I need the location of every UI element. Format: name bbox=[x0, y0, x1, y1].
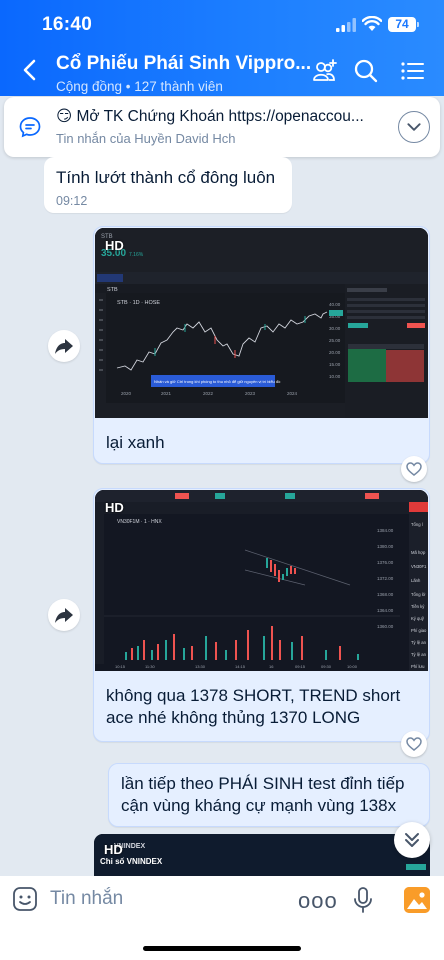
emoji-sticker-icon[interactable] bbox=[12, 886, 38, 912]
svg-text:1376.00: 1376.00 bbox=[377, 560, 394, 565]
add-member-icon[interactable] bbox=[312, 58, 338, 84]
vnindex-chart-screenshot[interactable]: VNINDEX Chỉ số VNINDEX HD bbox=[94, 834, 430, 876]
svg-text:Lãnh: Lãnh bbox=[411, 578, 421, 583]
svg-text:Tiền ký: Tiền ký bbox=[411, 604, 425, 609]
svg-text:15.00: 15.00 bbox=[329, 362, 341, 367]
svg-text:2021: 2021 bbox=[161, 391, 172, 396]
svg-text:1380.00: 1380.00 bbox=[377, 544, 394, 549]
hd-badge: HD bbox=[105, 238, 124, 253]
search-icon[interactable] bbox=[353, 58, 379, 84]
svg-text:10.00: 10.00 bbox=[329, 374, 341, 379]
battery-indicator: 74 bbox=[388, 17, 419, 32]
share-arrow-icon bbox=[55, 608, 73, 623]
photo-gallery-icon[interactable] bbox=[404, 887, 430, 913]
svg-text:2022: 2022 bbox=[203, 391, 214, 396]
message-bubble[interactable]: Tính lướt thành cổ đông luôn 09:12 bbox=[44, 157, 292, 213]
cellular-signal-icon bbox=[336, 18, 356, 32]
pinned-message-bar[interactable]: 😏 Mở TK Chứng Khoán https://openaccou...… bbox=[4, 97, 440, 157]
chart-symbol: STB · 1D · HOSE bbox=[117, 300, 160, 306]
chat-title[interactable]: Cổ Phiếu Phái Sinh Vippro... bbox=[56, 53, 311, 75]
chat-subtitle[interactable]: Cộng đồng • 127 thành viên bbox=[56, 79, 223, 94]
svg-text:40.00: 40.00 bbox=[329, 302, 341, 307]
svg-text:Ký quỹ: Ký quỹ bbox=[411, 616, 425, 621]
svg-text:1384.00: 1384.00 bbox=[377, 528, 394, 533]
svg-text:Phí giao: Phí giao bbox=[411, 628, 427, 633]
vn30f1m-chart-graphic: VN30F1M · 1 · HNX 1384.00 1380.00 1376.0… bbox=[95, 490, 428, 671]
message-text: lần tiếp theo PHÁI SINH test đỉnh tiếp c… bbox=[121, 774, 405, 815]
heart-icon bbox=[406, 737, 422, 751]
status-time: 16:40 bbox=[42, 14, 93, 35]
image-message-bubble[interactable]: VN30F1M · 1 · HNX 1384.00 1380.00 1376.0… bbox=[93, 488, 430, 742]
svg-text:STB: STB bbox=[107, 287, 118, 293]
svg-text:2024: 2024 bbox=[287, 391, 298, 396]
chart-notice: Nhấn và giữ Ctrl trong khi phóng to thu … bbox=[154, 379, 281, 384]
microphone-icon[interactable] bbox=[352, 886, 374, 914]
share-arrow-icon bbox=[55, 339, 73, 354]
svg-text:Tỷ lệ an: Tỷ lệ an bbox=[411, 652, 427, 657]
wifi-icon bbox=[362, 16, 382, 31]
svg-text:25.00: 25.00 bbox=[329, 338, 341, 343]
hd-badge: HD bbox=[105, 500, 124, 515]
svg-text:09:15: 09:15 bbox=[295, 664, 306, 669]
chevron-down-icon[interactable] bbox=[398, 111, 430, 143]
double-chevron-down-icon bbox=[405, 833, 419, 847]
pinned-message-text: 😏 Mở TK Chứng Khoán https://openaccou... bbox=[56, 108, 364, 125]
image-message-bubble[interactable]: STB 35.00 7.16% STB STB · 1D · HOSE 40.0… bbox=[93, 226, 430, 464]
message-caption: lại xanh bbox=[106, 433, 165, 452]
share-forward-button[interactable] bbox=[48, 599, 80, 631]
svg-text:Mã hợp: Mã hợp bbox=[411, 550, 426, 555]
futures-chart-screenshot[interactable]: VN30F1M · 1 · HNX 1384.00 1380.00 1376.0… bbox=[95, 490, 428, 671]
react-heart-button[interactable] bbox=[401, 456, 427, 482]
message-time: 09:12 bbox=[56, 194, 88, 208]
heart-icon bbox=[406, 462, 422, 476]
svg-text:16: 16 bbox=[269, 664, 274, 669]
share-forward-button[interactable] bbox=[48, 330, 80, 362]
svg-text:Tỷ lệ an: Tỷ lệ an bbox=[411, 640, 427, 645]
vnindex-chart-graphic: VNINDEX Chỉ số VNINDEX bbox=[94, 834, 430, 876]
message-caption: không qua 1378 SHORT, TREND short ace nh… bbox=[106, 686, 401, 727]
react-heart-button[interactable] bbox=[401, 731, 427, 757]
message-text: Tính lướt thành cổ đông luôn bbox=[56, 168, 276, 187]
menu-list-icon[interactable] bbox=[400, 58, 426, 84]
stb-chart-graphic: STB 35.00 7.16% STB STB · 1D · HOSE 40.0… bbox=[95, 228, 428, 418]
svg-text:10:00: 10:00 bbox=[347, 664, 358, 669]
message-bubble-icon bbox=[19, 117, 41, 138]
svg-text:11:30: 11:30 bbox=[145, 664, 155, 669]
pinned-message-sender: Tin nhắn của Huyền David Hch bbox=[56, 131, 236, 146]
chat-header: 16:40 74 Cổ Phiếu Phái Sinh Vippro... Cộ… bbox=[0, 0, 444, 96]
svg-text:30.00: 30.00 bbox=[329, 326, 341, 331]
svg-text:VN30F1: VN30F1 bbox=[411, 564, 427, 569]
svg-text:Tổng lớ: Tổng lớ bbox=[411, 592, 426, 597]
status-bar: 16:40 74 bbox=[0, 14, 444, 38]
svg-text:Tổng l: Tổng l bbox=[411, 522, 423, 527]
scroll-to-bottom-button[interactable] bbox=[394, 822, 430, 858]
svg-text:14:15: 14:15 bbox=[235, 664, 246, 669]
svg-text:13:30: 13:30 bbox=[195, 664, 206, 669]
svg-text:20.00: 20.00 bbox=[329, 350, 341, 355]
message-bubble[interactable]: lần tiếp theo PHÁI SINH test đỉnh tiếp c… bbox=[108, 763, 430, 827]
svg-text:1372.00: 1372.00 bbox=[377, 576, 394, 581]
vnindex-title: Chỉ số VNINDEX bbox=[100, 857, 163, 866]
hd-badge: HD bbox=[104, 842, 123, 857]
svg-text:1368.00: 1368.00 bbox=[377, 592, 394, 597]
svg-text:10:15: 10:15 bbox=[115, 664, 126, 669]
stock-chart-screenshot[interactable]: STB 35.00 7.16% STB STB · 1D · HOSE 40.0… bbox=[95, 228, 428, 418]
svg-text:1360.00: 1360.00 bbox=[377, 624, 394, 629]
svg-text:Phí lưu: Phí lưu bbox=[411, 664, 425, 669]
home-indicator bbox=[143, 946, 301, 951]
svg-text:2023: 2023 bbox=[245, 391, 256, 396]
chart-change: 7.16% bbox=[129, 252, 144, 258]
more-options-icon[interactable]: ooo bbox=[298, 888, 338, 914]
svg-text:1364.00: 1364.00 bbox=[377, 608, 394, 613]
chart-symbol: VN30F1M · 1 · HNX bbox=[117, 519, 162, 525]
message-input[interactable]: Tin nhắn bbox=[50, 888, 123, 910]
svg-text:2020: 2020 bbox=[121, 391, 132, 396]
svg-text:09:30: 09:30 bbox=[321, 664, 332, 669]
back-arrow-icon[interactable] bbox=[20, 58, 40, 82]
